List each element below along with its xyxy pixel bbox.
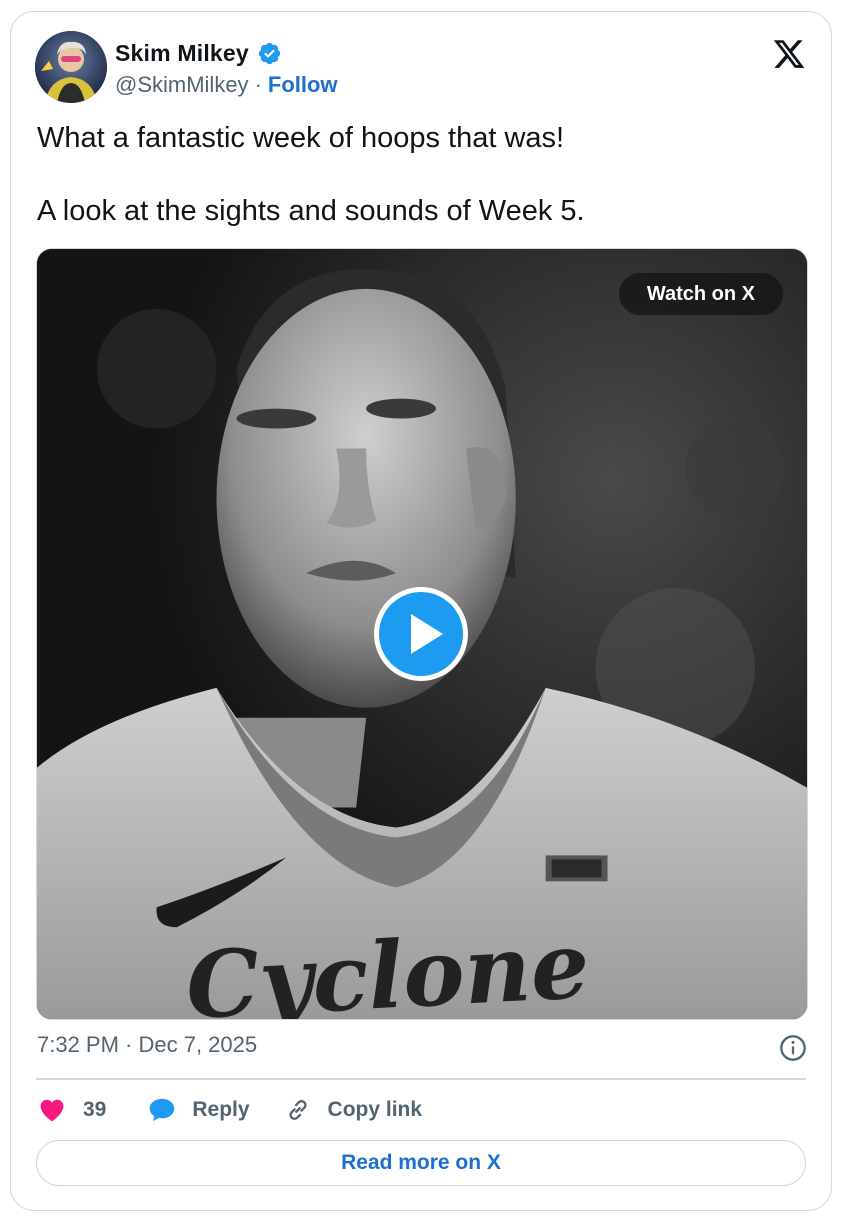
- video-thumbnail[interactable]: Cyclone Watch on X: [36, 248, 808, 1020]
- watch-on-x-button[interactable]: Watch on X: [618, 273, 783, 315]
- follow-button[interactable]: Follow: [268, 72, 338, 98]
- author-name-row: Skim Milkey: [115, 40, 282, 67]
- reply-button[interactable]: Reply: [148, 1097, 250, 1123]
- divider: [36, 1078, 806, 1080]
- verified-badge-icon: [258, 42, 281, 65]
- embedded-post-card: Skim Milkey @SkimMilkey · Follow What a …: [10, 11, 832, 1211]
- info-icon[interactable]: [779, 1034, 807, 1062]
- avatar[interactable]: [35, 31, 107, 103]
- play-icon[interactable]: [371, 584, 471, 684]
- read-more-button[interactable]: Read more on X: [36, 1140, 806, 1186]
- post-text: What a fantastic week of hoops that was!…: [37, 120, 585, 229]
- x-logo-icon[interactable]: [771, 37, 807, 71]
- link-icon: [288, 1100, 307, 1120]
- author-handle[interactable]: @SkimMilkey: [115, 72, 249, 98]
- like-count: 39: [83, 1098, 107, 1121]
- copy-link-label: Copy link: [327, 1098, 423, 1121]
- speech-bubble-icon: [150, 1098, 175, 1122]
- post-timestamp[interactable]: 7:32 PM · Dec 7, 2025: [37, 1032, 257, 1058]
- copy-link-button[interactable]: Copy link: [284, 1096, 423, 1124]
- heart-icon: [40, 1099, 64, 1122]
- author-handle-row: @SkimMilkey · Follow: [115, 72, 338, 98]
- reply-label: Reply: [192, 1098, 250, 1121]
- like-button[interactable]: 39: [39, 1098, 106, 1122]
- post-text-line-2: A look at the sights and sounds of Week …: [37, 195, 585, 227]
- separator-dot: ·: [254, 72, 262, 97]
- post-text-line-1: What a fantastic week of hoops that was!: [37, 122, 565, 154]
- author-name[interactable]: Skim Milkey: [115, 40, 249, 67]
- action-bar: 39 Reply Copy link: [39, 1096, 422, 1124]
